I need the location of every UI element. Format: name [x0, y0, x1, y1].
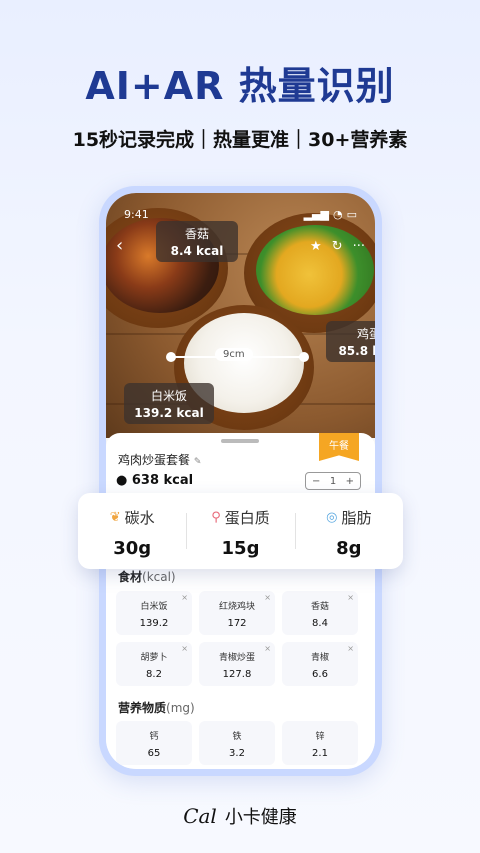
measure-label: 9cm: [215, 348, 253, 361]
ingredient-value: 6.6: [312, 669, 328, 680]
remove-icon[interactable]: ×: [347, 593, 354, 602]
macro-name: ⚲ 蛋白质: [186, 507, 294, 528]
ingredient-value: 139.2: [139, 618, 169, 629]
quantity-stepper[interactable]: − 1 +: [305, 472, 361, 490]
status-time: 9:41: [124, 207, 149, 221]
nutrient-item[interactable]: 钙 65: [116, 721, 192, 765]
measure-handle-left[interactable]: [166, 352, 176, 362]
ingredient-item[interactable]: × 白米饭 139.2: [116, 591, 192, 635]
nutrient-name: 铁: [232, 732, 242, 742]
macro-carbs: ❦ 碳水 30g: [78, 493, 186, 569]
nav-actions: ★ ↻ ···: [310, 240, 365, 253]
macro-value: 8g: [336, 538, 362, 559]
nutrient-value: 65: [147, 748, 161, 759]
protein-icon: ⚲: [211, 510, 221, 525]
remove-icon[interactable]: ×: [347, 644, 354, 653]
grain-icon: ❦: [109, 510, 121, 525]
result-sheet: 午餐 鸡肉炒蛋套餐 ✎ ● 638 kcal − 1 + 食材(kcal) × 白…: [106, 433, 375, 769]
nutrient-name: 锌: [315, 732, 325, 742]
nutrients-label-text: 营养物质: [118, 701, 167, 715]
nutrients-label: 营养物质(mg): [118, 699, 195, 716]
macro-name-text: 碳水: [124, 509, 155, 527]
nutrient-item[interactable]: 铁 3.2: [199, 721, 275, 765]
tag-name: 鸡蛋: [356, 327, 375, 341]
nav-row: ‹ ★ ↻ ···: [116, 235, 365, 257]
tag-name: 香菇: [184, 227, 209, 241]
ingredient-item[interactable]: × 青椒炒蛋 127.8: [199, 642, 275, 686]
signal-icon: ▂▄▆: [303, 207, 329, 221]
macro-card: ❦ 碳水 30g ⚲ 蛋白质 15g ◎ 脂肪 8g: [78, 493, 403, 569]
status-icons: ▂▄▆ ◔ ▭: [304, 208, 357, 221]
macro-value: 30g: [113, 538, 152, 559]
dish-kcal-value: 638 kcal: [131, 473, 194, 488]
ar-measure-line[interactable]: 9cm: [166, 348, 309, 362]
remove-icon[interactable]: ×: [264, 644, 271, 653]
dish-name[interactable]: 鸡肉炒蛋套餐 ✎: [118, 451, 201, 468]
ingredient-value: 8.4: [312, 618, 328, 629]
nutrients-unit: (mg): [166, 701, 195, 715]
ingredient-item[interactable]: × 香菇 8.4: [282, 591, 358, 635]
stepper-value: 1: [329, 475, 337, 487]
battery-icon: ▭: [346, 207, 357, 221]
ingredient-item[interactable]: × 胡萝卜 8.2: [116, 642, 192, 686]
tag-name: 白米饭: [150, 389, 187, 403]
macro-name: ❦ 碳水: [78, 507, 186, 528]
ingredient-value: 127.8: [222, 669, 252, 680]
tag-egg[interactable]: 鸡蛋 85.8 kcal: [326, 321, 375, 362]
dish-name-text: 鸡肉炒蛋套餐: [118, 453, 191, 467]
phone-screen: 9:41 ▂▄▆ ◔ ▭ ‹ ★ ↻ ··· 香菇 8.4 kcal 鸡蛋 85…: [106, 193, 375, 769]
refresh-icon[interactable]: ↻: [332, 240, 343, 253]
tag-rice[interactable]: 白米饭 139.2 kcal: [124, 383, 214, 424]
ingredient-item[interactable]: × 红烧鸡块 172: [199, 591, 275, 635]
ingredient-item[interactable]: × 青椒 6.6: [282, 642, 358, 686]
stepper-minus[interactable]: −: [312, 476, 320, 487]
fat-icon: ◎: [326, 510, 338, 525]
tag-mushroom[interactable]: 香菇 8.4 kcal: [156, 221, 238, 262]
brand-name: 小卡健康: [224, 807, 297, 828]
nutrient-name: 钙: [149, 732, 159, 742]
tag-kcal: 8.4 kcal: [170, 244, 224, 258]
remove-icon[interactable]: ×: [181, 644, 188, 653]
ingredients-label: 食材(kcal): [118, 568, 176, 585]
star-icon[interactable]: ★: [310, 240, 322, 253]
fire-icon: ●: [116, 473, 128, 488]
macro-name-text: 蛋白质: [224, 509, 270, 527]
macro-protein: ⚲ 蛋白质 15g: [186, 493, 294, 569]
brand-logo-icon: Cal: [183, 804, 217, 828]
status-bar: 9:41 ▂▄▆ ◔ ▭: [124, 207, 357, 221]
ingredient-value: 172: [227, 618, 247, 629]
nutrient-item[interactable]: 锌 2.1: [282, 721, 358, 765]
more-icon[interactable]: ···: [353, 240, 365, 253]
subline: 15秒记录完成｜热量更准｜30+营养素: [72, 129, 408, 151]
dish-kcal: ● 638 kcal: [116, 473, 193, 488]
macro-value: 15g: [221, 538, 260, 559]
phone-mockup: 9:41 ▂▄▆ ◔ ▭ ‹ ★ ↻ ··· 香菇 8.4 kcal 鸡蛋 85…: [99, 186, 382, 776]
headline: AI+AR 热量识别: [85, 64, 395, 108]
ingredient-value: 8.2: [146, 669, 162, 680]
nutrients-grid: 钙 65 铁 3.2 锌 2.1: [116, 721, 364, 765]
ingredients-label-text: 食材: [118, 570, 143, 584]
ingredients-unit: (kcal): [142, 570, 176, 584]
macro-name: ◎ 脂肪: [295, 507, 403, 528]
nutrient-value: 3.2: [229, 748, 245, 759]
brand: Cal 小卡健康: [0, 803, 480, 829]
tag-kcal: 139.2 kcal: [134, 406, 204, 420]
measure-handle-right[interactable]: [299, 352, 309, 362]
stepper-plus[interactable]: +: [346, 476, 354, 487]
macro-name-text: 脂肪: [341, 509, 372, 527]
wifi-icon: ◔: [332, 207, 343, 221]
ingredients-grid: × 白米饭 139.2 × 红烧鸡块 172 × 香菇 8.4 × 胡萝卜 8.2 × 青椒炒蛋 1…: [116, 591, 364, 686]
remove-icon[interactable]: ×: [181, 593, 188, 602]
macro-fat: ◎ 脂肪 8g: [294, 493, 403, 569]
edit-icon[interactable]: ✎: [194, 457, 202, 467]
meal-badge[interactable]: 午餐: [319, 433, 359, 461]
nutrient-value: 2.1: [312, 748, 328, 759]
tag-kcal: 85.8 kcal: [338, 344, 375, 358]
remove-icon[interactable]: ×: [264, 593, 271, 602]
back-icon[interactable]: ‹: [116, 237, 123, 255]
sheet-handle[interactable]: [221, 439, 259, 443]
food-photo: 9:41 ▂▄▆ ◔ ▭ ‹ ★ ↻ ··· 香菇 8.4 kcal 鸡蛋 85…: [106, 193, 375, 438]
